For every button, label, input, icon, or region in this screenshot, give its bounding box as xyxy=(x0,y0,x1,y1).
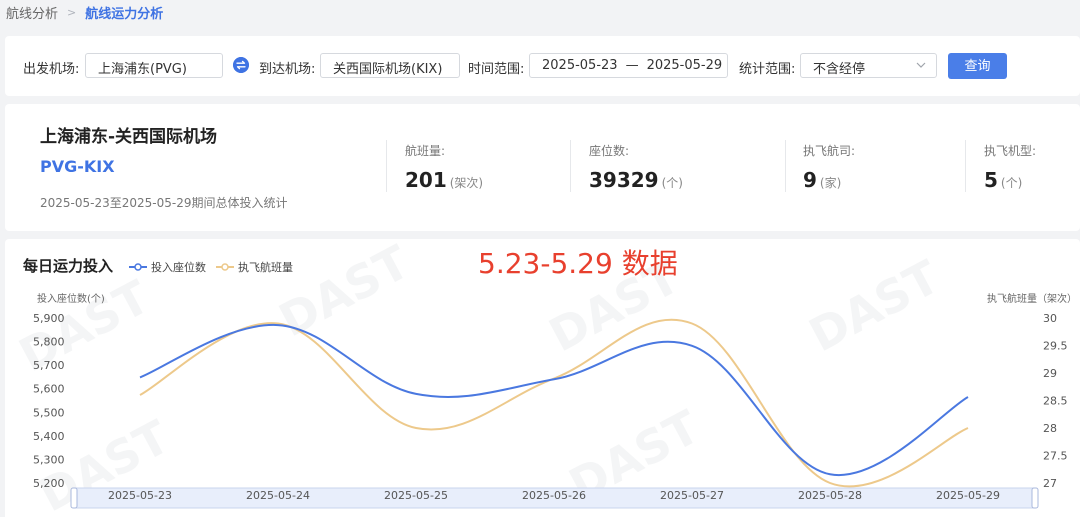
stat-divider xyxy=(386,140,387,192)
stat-unit: (个) xyxy=(1000,176,1023,190)
series-line-seats xyxy=(139,324,969,477)
series-line-flights xyxy=(139,318,969,488)
date-start[interactable]: 2025-05-23 xyxy=(542,58,618,73)
x-axis-tick-label: 2025-05-24 xyxy=(246,489,310,502)
left-axis-tick-label: 5,200 xyxy=(33,477,65,490)
x-axis-tick-label: 2025-05-26 xyxy=(522,489,586,502)
stat-flights: 航班量: 201 (架次) xyxy=(405,142,483,192)
breadcrumb-separator-icon: > xyxy=(67,6,77,19)
x-axis-tick-label: 2025-05-23 xyxy=(108,489,172,502)
stat-label: 执飞机型: xyxy=(984,144,1037,158)
stat-seats: 座位数: 39329 (个) xyxy=(589,142,683,192)
right-axis-tick-label: 28.5 xyxy=(1043,395,1068,408)
stat-divider xyxy=(570,140,571,192)
left-axis-title: 投入座位数(个) xyxy=(37,292,105,305)
query-button[interactable]: 查询 xyxy=(948,53,1007,79)
route-name: 上海浦东-关西国际机场 xyxy=(40,127,218,147)
left-axis-tick-label: 5,700 xyxy=(33,359,65,372)
right-axis-title: 执飞航班量（架次） xyxy=(987,292,1077,305)
date-separator: — xyxy=(625,58,639,73)
stat-divider xyxy=(785,140,786,192)
daily-capacity-line-chart: 投入座位数(个) 执飞航班量（架次） 5,900 5,800 5,700 5,600 5,5… xyxy=(33,292,1077,509)
left-axis-tick-label: 5,600 xyxy=(33,383,65,396)
scope-select-value: 不含经停 xyxy=(813,62,866,77)
arrival-input[interactable]: 关西国际机场(KIX) xyxy=(320,53,460,78)
x-axis-tick-label: 2025-05-27 xyxy=(660,489,724,502)
left-axis-tick-label: 5,300 xyxy=(33,453,65,466)
stat-value: 201 xyxy=(405,168,447,192)
stat-value: 39329 xyxy=(589,168,659,192)
left-axis-tick-label: 5,900 xyxy=(33,312,65,325)
stat-value: 5 xyxy=(984,168,998,192)
stat-label: 航班量: xyxy=(405,144,446,158)
left-axis-tick-label: 5,800 xyxy=(33,336,65,349)
swap-airports-icon[interactable] xyxy=(233,57,249,73)
left-axis-tick-label: 5,500 xyxy=(33,406,65,419)
right-axis-tick-label: 29 xyxy=(1043,367,1057,380)
route-period: 2025-05-23至2025-05-29期间总体投入统计 xyxy=(40,196,288,210)
stat-value: 9 xyxy=(803,168,817,192)
date-end[interactable]: 2025-05-29 xyxy=(647,58,723,73)
zoom-slider-handle-right[interactable] xyxy=(1031,487,1039,509)
stat-unit: (家) xyxy=(819,176,842,190)
chevron-down-icon xyxy=(916,62,926,68)
stat-unit: (架次) xyxy=(449,176,484,190)
route-summary: 上海浦东-关西国际机场 PVG-KIX 2025-05-23至2025-05-2… xyxy=(5,104,1080,231)
stat-airlines: 执飞航司: 9 (家) xyxy=(803,142,855,192)
breadcrumb-parent[interactable]: 航线分析 xyxy=(6,3,58,22)
x-axis-tick-label: 2025-05-28 xyxy=(798,489,862,502)
breadcrumb: 航线分析 > 航线运力分析 xyxy=(6,3,163,22)
stat-label: 座位数: xyxy=(589,144,630,158)
stat-divider xyxy=(965,140,966,192)
daily-capacity-chart-card: DAST DAST DAST DAST DAST DAST 每日运力投入 投入座… xyxy=(5,239,1080,517)
stat-aircraft-types: 执飞机型: 5 (个) xyxy=(984,142,1036,192)
right-axis-tick-label: 30 xyxy=(1043,312,1057,325)
date-range-picker[interactable]: 2025-05-23 — 2025-05-29 xyxy=(529,53,728,78)
stat-unit: (个) xyxy=(661,176,683,190)
departure-label: 出发机场: xyxy=(23,62,80,77)
route-code: PVG-KIX xyxy=(40,157,115,176)
stat-label: 执飞航司: xyxy=(803,144,856,158)
scope-select[interactable]: 不含经停 xyxy=(800,53,937,78)
zoom-slider-handle-left[interactable] xyxy=(70,487,78,509)
filter-bar: 出发机场: 上海浦东(PVG) 到达机场: 关西国际机场(KIX) 时间范围: … xyxy=(5,36,1080,96)
time-range-label: 时间范围: xyxy=(468,62,525,77)
right-axis-tick-label: 27.5 xyxy=(1043,450,1068,463)
breadcrumb-current: 航线运力分析 xyxy=(85,7,164,22)
scope-label: 统计范围: xyxy=(739,62,796,77)
departure-input[interactable]: 上海浦东(PVG) xyxy=(85,53,223,78)
right-axis-tick-label: 29.5 xyxy=(1043,340,1068,353)
right-axis-tick-label: 28 xyxy=(1043,422,1057,435)
left-axis-tick-label: 5,400 xyxy=(33,430,65,443)
arrival-label: 到达机场: xyxy=(259,62,316,77)
right-axis-tick-label: 27 xyxy=(1043,477,1057,490)
x-axis-tick-label: 2025-05-29 xyxy=(936,489,1000,502)
x-axis-tick-label: 2025-05-25 xyxy=(384,489,448,502)
